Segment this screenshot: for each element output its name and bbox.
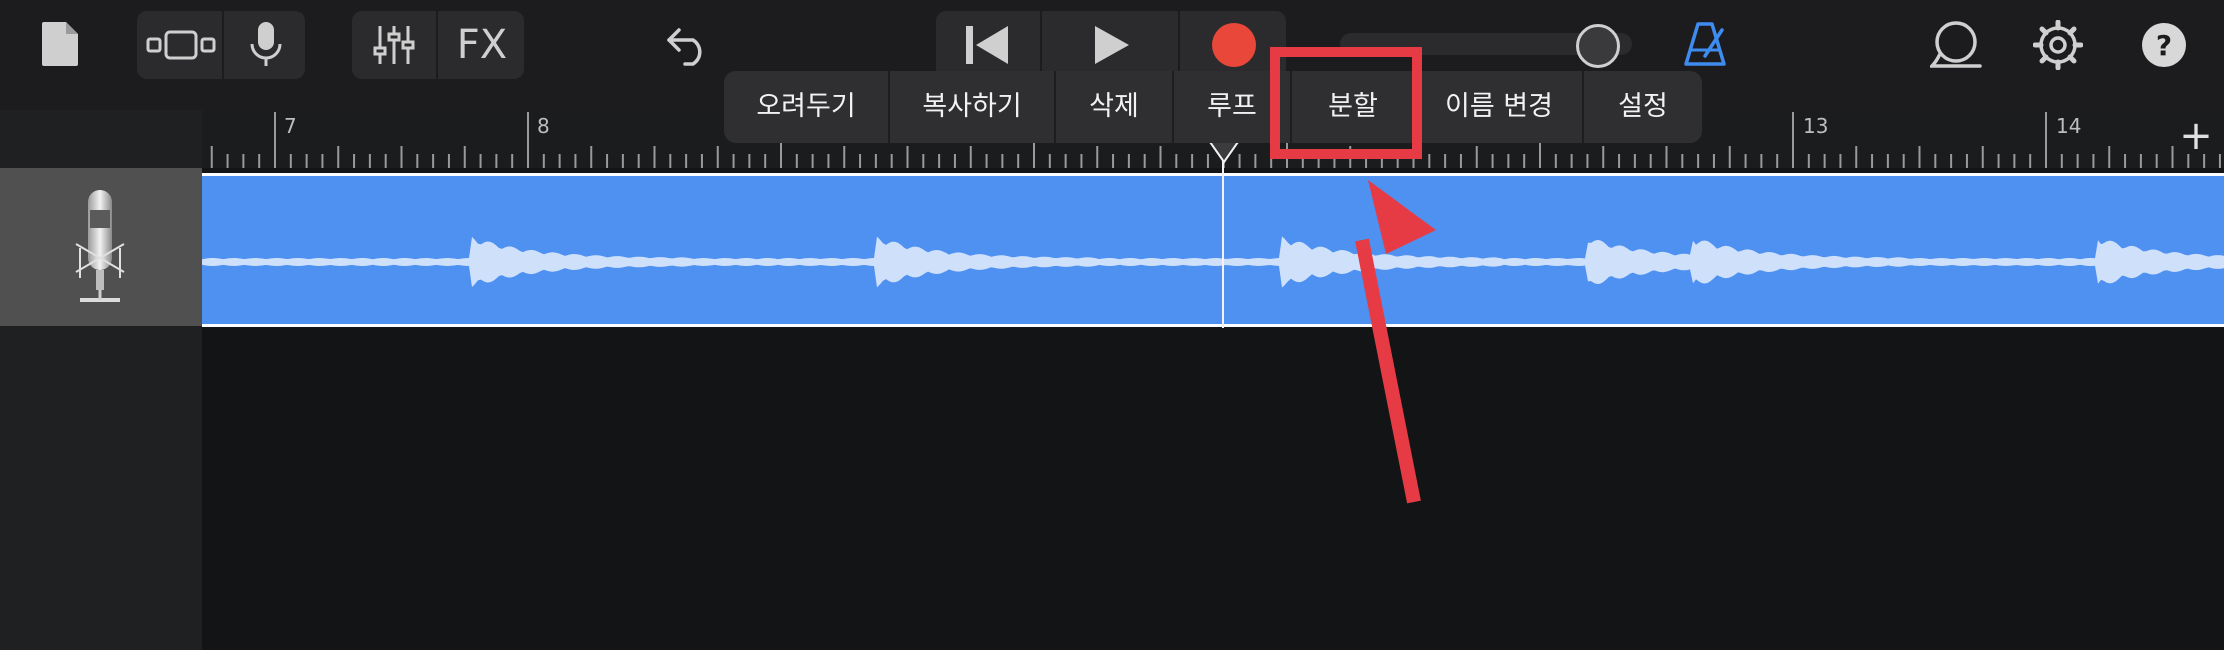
waveform <box>202 236 2224 288</box>
loop-browser-icon[interactable] <box>1930 20 1982 70</box>
microphone-icon[interactable] <box>249 20 283 70</box>
divider <box>436 11 438 79</box>
add-section-button[interactable]: + <box>2176 116 2216 156</box>
document-icon[interactable] <box>40 20 80 68</box>
bar-number: 7 <box>284 114 297 138</box>
volume-slider-thumb[interactable] <box>1576 24 1620 68</box>
playhead-handle[interactable] <box>1208 140 1240 168</box>
divider <box>1178 11 1180 79</box>
menu-item-cut[interactable]: 오려두기 <box>724 71 888 143</box>
go-to-start-icon[interactable] <box>964 24 1010 66</box>
menu-item-delete[interactable]: 삭제 <box>1056 71 1172 143</box>
annotation-arrow <box>1355 180 1436 504</box>
condenser-microphone-icon <box>70 188 130 310</box>
bar-number: 14 <box>2056 114 2082 138</box>
divider <box>1040 11 1042 79</box>
mixer-icon[interactable] <box>372 24 416 66</box>
undo-icon[interactable] <box>665 24 711 66</box>
highlight-box <box>1270 47 1422 159</box>
svg-text:?: ? <box>2156 29 2172 62</box>
settings-icon[interactable] <box>2033 20 2083 70</box>
divider <box>222 11 224 79</box>
track-view-icon[interactable] <box>146 30 216 60</box>
fx-button[interactable]: FX <box>452 18 512 72</box>
menu-item-rename[interactable]: 이름 변경 <box>1416 71 1582 143</box>
help-icon[interactable]: ? <box>2141 22 2187 68</box>
menu-item-settings[interactable]: 설정 <box>1584 71 1702 143</box>
metronome-icon[interactable] <box>1682 20 1728 68</box>
bar-number: 13 <box>1803 114 1829 138</box>
context-menu: 오려두기 복사하기 삭제 루프 분할 이름 변경 설정 <box>724 71 1702 143</box>
record-icon[interactable] <box>1211 22 1257 68</box>
play-icon[interactable] <box>1092 24 1132 66</box>
playhead[interactable] <box>1222 140 1224 328</box>
menu-item-copy[interactable]: 복사하기 <box>890 71 1054 143</box>
bar-number: 8 <box>537 114 550 138</box>
